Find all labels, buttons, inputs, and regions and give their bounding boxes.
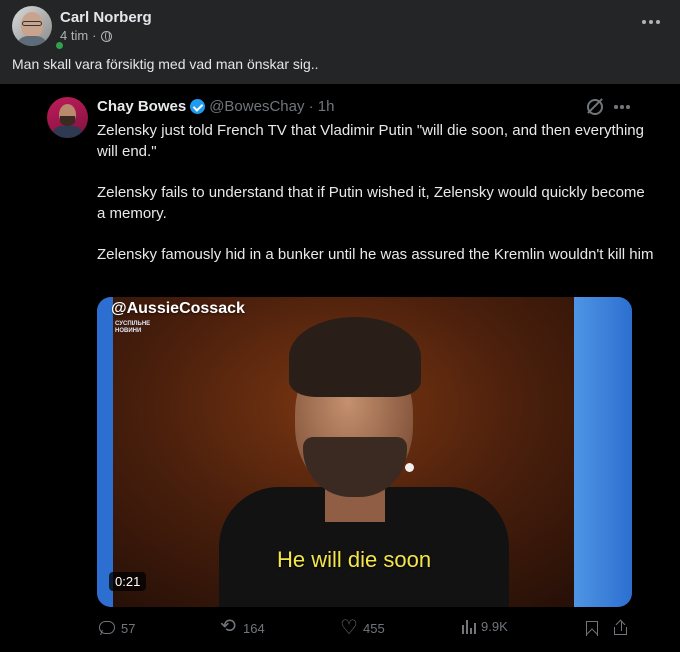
like-count: 455 <box>363 620 385 636</box>
tweet-author-name: Chay Bowes <box>97 98 187 115</box>
tweet-handle-time: @BowesChay · 1h <box>209 98 335 115</box>
post-header: Carl Norberg 4 tim · <box>12 6 152 51</box>
avatar-glasses <box>22 21 42 26</box>
bookmark-action <box>586 621 598 636</box>
video-person-hair <box>289 317 421 397</box>
facebook-post: Carl Norberg 4 tim · Man skall vara förs… <box>0 0 680 652</box>
embedded-tweet-image[interactable]: Chay Bowes @BowesChay · 1h Zelensky just… <box>0 84 680 652</box>
reply-count: 57 <box>121 620 136 636</box>
video-watermark: @AussieCossack <box>111 300 245 317</box>
retweet-action: 164 <box>220 615 265 638</box>
like-action: 455 <box>340 615 385 640</box>
tweet-video: @AussieCossack СУСПІЛЬНЕ НОВИНИ He will … <box>97 297 632 607</box>
globe-icon[interactable] <box>100 30 112 42</box>
tweet-author-avatar <box>47 97 88 138</box>
lapel-mic <box>405 463 414 472</box>
online-status-dot <box>54 40 65 51</box>
post-text: Man skall vara försiktig med vad man öns… <box>12 56 319 72</box>
avatar-beard <box>60 116 75 126</box>
tweet-body: Zelensky just told French TV that Vladim… <box>97 121 657 287</box>
video-duration: 0:21 <box>109 572 147 591</box>
author-avatar[interactable] <box>12 6 52 46</box>
views-icon <box>462 619 476 634</box>
reply-icon <box>98 619 116 637</box>
time-separator: · <box>92 28 97 43</box>
tweet-header: Chay Bowes @BowesChay · 1h <box>97 98 334 115</box>
tweet-paragraph: Zelensky fails to understand that if Put… <box>97 184 645 222</box>
retweet-icon <box>220 615 238 638</box>
tweet-more-icon <box>614 105 630 109</box>
tweet-actions: 57 164 455 9.9K <box>0 615 680 643</box>
video-caption: He will die soon <box>277 547 432 572</box>
avatar-shirt <box>16 36 48 46</box>
channel-logo: СУСПІЛЬНЕ НОВИНИ <box>115 321 151 334</box>
post-time-row: 4 tim · <box>60 28 152 44</box>
bookmark-icon <box>586 621 598 636</box>
views-count: 9.9K <box>481 619 508 634</box>
retweet-count: 164 <box>243 620 265 636</box>
reply-action: 57 <box>98 619 135 637</box>
video-studio-right <box>574 297 632 607</box>
views-action: 9.9K <box>462 619 508 634</box>
avatar-suit <box>52 126 83 138</box>
post-meta: Carl Norberg 4 tim · <box>60 8 152 44</box>
tweet-paragraph: Zelensky just told French TV that Vladim… <box>97 122 644 160</box>
share-action <box>614 620 629 635</box>
grok-icon <box>587 99 603 115</box>
heart-icon <box>340 615 358 640</box>
share-icon <box>614 620 629 635</box>
verified-badge-icon <box>190 99 206 114</box>
video-studio-left <box>97 297 113 607</box>
post-time[interactable]: 4 tim <box>60 28 88 44</box>
tweet-paragraph: Zelensky famously hid in a bunker until … <box>97 246 654 263</box>
more-horizontal-icon[interactable] <box>636 10 666 34</box>
author-name[interactable]: Carl Norberg <box>60 8 152 27</box>
